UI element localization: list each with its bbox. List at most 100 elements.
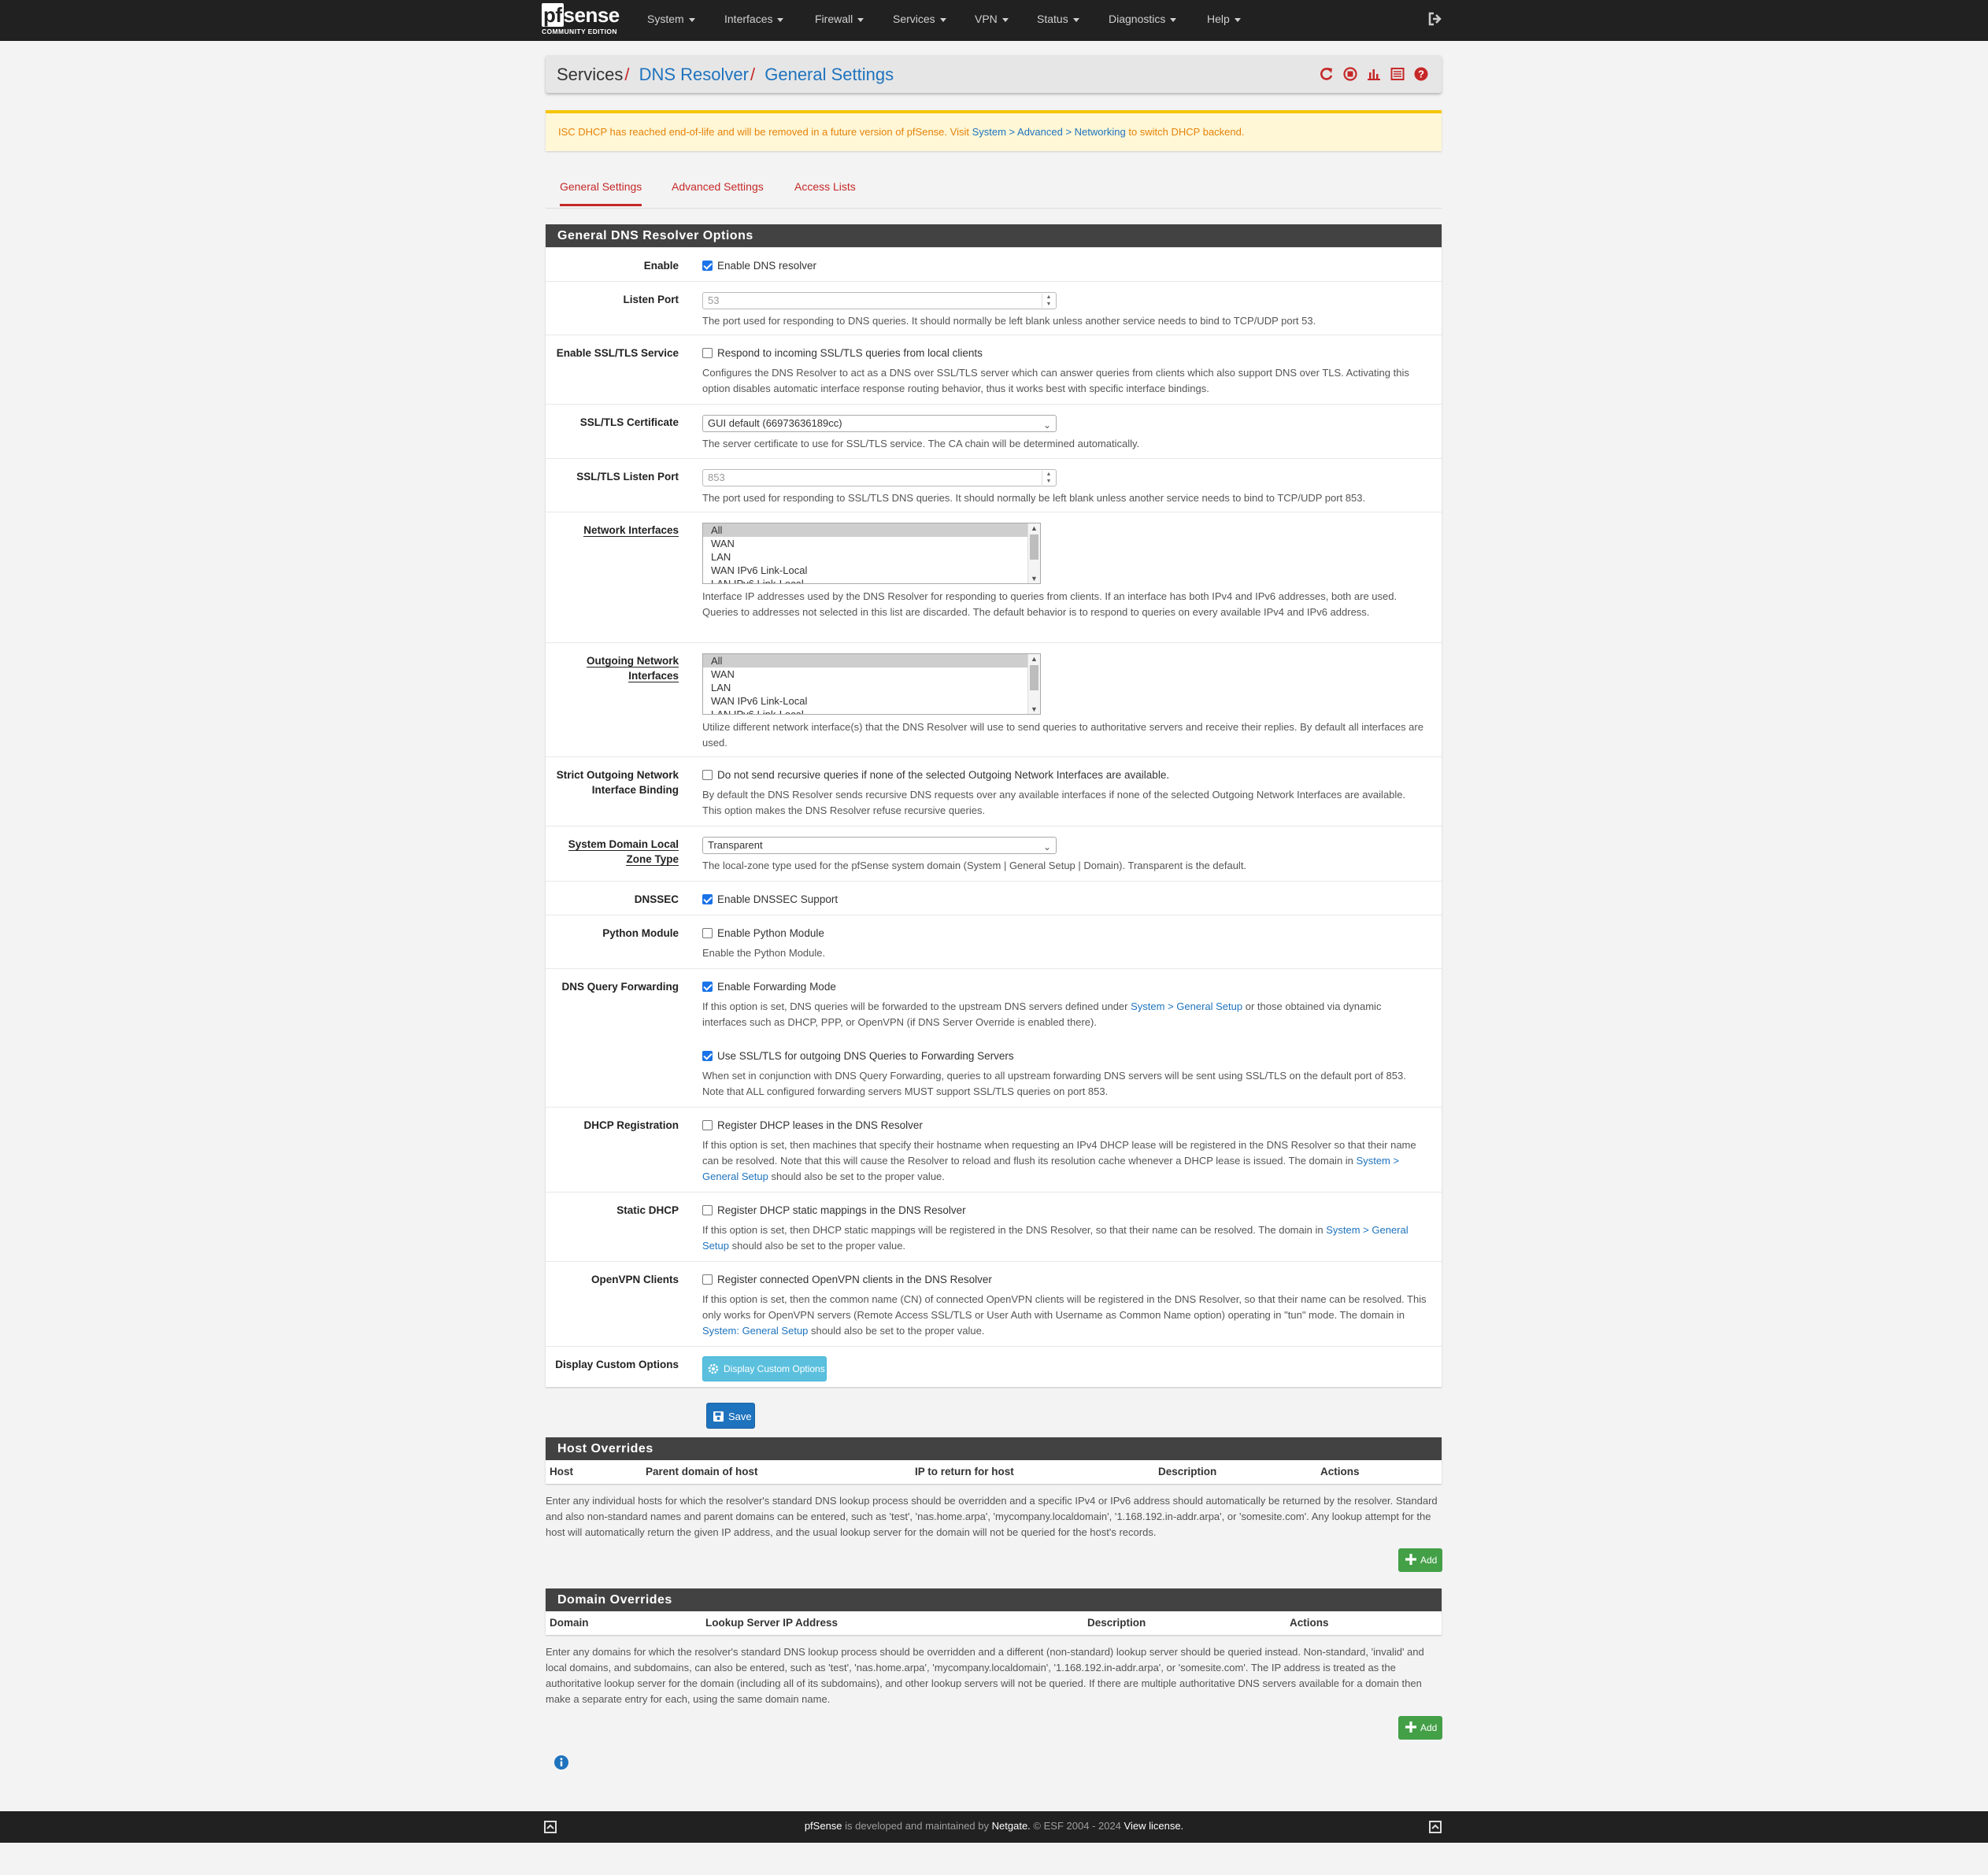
help-icon[interactable]: ? <box>1413 66 1429 82</box>
info-icon[interactable] <box>553 1755 569 1770</box>
zone-type-select[interactable]: Transparent ⌄ <box>702 837 1057 854</box>
nav-firewall[interactable]: Firewall <box>815 13 864 25</box>
panel-title: Host Overrides <box>546 1437 1442 1460</box>
breadcrumb-services: Services <box>557 65 624 84</box>
plus-icon <box>1405 1722 1416 1733</box>
row-ssl-listen-port: SSL/TLS Listen Port 853 ▲ ▼ The port used … <box>546 458 1442 512</box>
list-item[interactable]: WAN <box>703 668 1040 681</box>
brand-subtitle: COMMUNITY EDITION <box>542 28 617 35</box>
general-setup-link[interactable]: System > General Setup <box>1131 1000 1242 1012</box>
stop-icon[interactable] <box>1342 66 1358 82</box>
static-dhcp-checkbox[interactable] <box>702 1205 713 1215</box>
breadcrumb-general-settings[interactable]: General Settings <box>764 65 894 84</box>
list-item[interactable]: WAN IPv6 Link-Local <box>703 694 1040 708</box>
row-ssl-certificate: SSL/TLS Certificate GUI default (6697363… <box>546 404 1442 459</box>
nav-status[interactable]: Status <box>1037 13 1079 25</box>
nav-vpn[interactable]: VPN <box>975 13 1009 25</box>
scroll-top-icon[interactable] <box>1428 1820 1442 1834</box>
tab-bar: General Settings Advanced Settings Acces… <box>546 176 1442 209</box>
caret-down-icon <box>857 17 864 22</box>
list-item[interactable]: WAN <box>703 537 1040 550</box>
panel-title: Domain Overrides <box>546 1588 1442 1611</box>
tab-general-settings[interactable]: General Settings <box>560 180 642 206</box>
breadcrumb-dns-resolver[interactable]: DNS Resolver <box>639 65 749 84</box>
row-network-interfaces: Network Interfaces All WAN LAN WAN IPv6 … <box>546 512 1442 643</box>
log-icon[interactable] <box>1390 66 1405 82</box>
row-outgoing-interfaces: Outgoing Network Interfaces All WAN LAN W… <box>546 642 1442 757</box>
forwarding-mode-checkbox[interactable] <box>702 982 713 992</box>
column-actions: Actions <box>1320 1466 1360 1477</box>
footer-netgate-link[interactable]: Netgate. <box>992 1820 1031 1832</box>
add-host-override-button[interactable]: Add <box>1398 1548 1442 1572</box>
panel-title: General DNS Resolver Options <box>546 224 1442 247</box>
list-item[interactable]: All <box>703 654 1040 668</box>
row-ssl-service: Enable SSL/TLS Service Respond to incomi… <box>546 335 1442 405</box>
dnssec-checkbox[interactable] <box>702 894 713 904</box>
list-item[interactable]: LAN IPv6 Link-Local <box>703 708 1040 714</box>
add-domain-override-button[interactable]: Add <box>1398 1716 1442 1740</box>
row-listen-port: Listen Port 53 ▲ ▼ The port used for respo… <box>546 281 1442 335</box>
row-static-dhcp: Static DHCP Register DHCP static mapping… <box>546 1192 1442 1262</box>
host-overrides-help: Enter any individual hosts for which the… <box>546 1495 1438 1538</box>
breadcrumb: Services/ DNS Resolver/ General Settings… <box>546 55 1442 93</box>
footer-brand[interactable]: pfSense <box>805 1820 842 1832</box>
chart-icon[interactable] <box>1366 66 1382 82</box>
row-dhcp-registration: DHCP Registration Register DHCP leases i… <box>546 1107 1442 1193</box>
gear-icon <box>708 1363 719 1374</box>
general-setup-link[interactable]: System: General Setup <box>702 1325 808 1337</box>
tab-advanced-settings[interactable]: Advanced Settings <box>672 180 764 193</box>
outgoing-interfaces-multiselect[interactable]: All WAN LAN WAN IPv6 Link-Local LAN IPv6… <box>702 653 1041 715</box>
general-options-panel: General DNS Resolver Options Enable Enab… <box>546 224 1442 1387</box>
strict-binding-checkbox[interactable] <box>702 770 713 780</box>
footer-license-link[interactable]: View license. <box>1124 1820 1184 1832</box>
ssl-service-checkbox[interactable] <box>702 348 713 358</box>
table-header: Domain Lookup Server IP Address Descript… <box>546 1611 1442 1635</box>
caret-down-icon <box>1170 17 1177 22</box>
column-domain: Domain <box>550 1617 589 1629</box>
list-item[interactable]: LAN <box>703 681 1040 694</box>
list-scrollbar[interactable]: ▲ ▼ <box>1027 523 1040 583</box>
list-item[interactable]: WAN IPv6 Link-Local <box>703 564 1040 577</box>
python-module-checkbox[interactable] <box>702 928 713 938</box>
svg-text:?: ? <box>1418 68 1424 80</box>
column-parent-domain: Parent domain of host <box>646 1466 758 1477</box>
host-overrides-panel: Host Overrides Host Parent domain of hos… <box>546 1437 1442 1484</box>
ssl-listen-port-input[interactable]: 853 ▲ ▼ <box>702 469 1057 486</box>
nav-interfaces[interactable]: Interfaces <box>724 13 784 25</box>
pfsense-logo[interactable]: pfsense COMMUNITY EDITION <box>542 3 628 38</box>
nav-services[interactable]: Services <box>893 13 946 25</box>
list-item[interactable]: LAN IPv6 Link-Local <box>703 577 1040 583</box>
forwarding-ssl-checkbox[interactable] <box>702 1051 713 1061</box>
logout-icon[interactable] <box>1427 10 1444 28</box>
nav-system[interactable]: System <box>647 13 695 25</box>
column-lookup-server: Lookup Server IP Address <box>705 1617 839 1629</box>
reload-icon[interactable] <box>1319 66 1335 82</box>
network-interfaces-multiselect[interactable]: All WAN LAN WAN IPv6 Link-Local LAN IPv6… <box>702 523 1041 584</box>
list-item[interactable]: LAN <box>703 550 1040 564</box>
row-strict-binding: Strict Outgoing Network Interface Binding… <box>546 756 1442 827</box>
column-description: Description <box>1087 1617 1146 1629</box>
tab-access-lists[interactable]: Access Lists <box>794 180 856 193</box>
openvpn-clients-checkbox[interactable] <box>702 1274 713 1285</box>
enable-dns-resolver-checkbox[interactable] <box>702 261 713 271</box>
list-item[interactable]: All <box>703 523 1040 537</box>
row-custom-options: Display Custom Options Display Custom Op… <box>546 1346 1442 1388</box>
row-zone-type: System Domain Local Zone Type Transparent… <box>546 826 1442 882</box>
nav-help[interactable]: Help <box>1207 13 1241 25</box>
save-button[interactable]: Save <box>706 1403 755 1429</box>
row-dnssec: DNSSEC Enable DNSSEC Support <box>546 881 1442 915</box>
listen-port-input[interactable]: 53 ▲ ▼ <box>702 292 1057 309</box>
list-scrollbar[interactable]: ▲ ▼ <box>1027 654 1040 714</box>
nav-diagnostics[interactable]: Diagnostics <box>1109 13 1177 25</box>
ssl-certificate-select[interactable]: GUI default (66973636189cc) ⌄ <box>702 415 1057 432</box>
row-dns-forwarding: DNS Query Forwarding Enable Forwarding M… <box>546 968 1442 1108</box>
caret-down-icon <box>1072 17 1079 22</box>
display-custom-options-button[interactable]: Display Custom Options <box>702 1356 827 1381</box>
dhcp-registration-checkbox[interactable] <box>702 1120 713 1130</box>
warning-networking-link[interactable]: System > Advanced > Networking <box>972 126 1126 138</box>
column-ip: IP to return for host <box>915 1466 1014 1477</box>
top-navbar: pfsense COMMUNITY EDITION System Interfa… <box>0 0 1988 41</box>
footer: pfSense is developed and maintained by N… <box>0 1811 1988 1843</box>
plus-icon <box>1405 1554 1416 1565</box>
dhcp-eol-warning: ISC DHCP has reached end-of-life and wil… <box>546 110 1442 151</box>
